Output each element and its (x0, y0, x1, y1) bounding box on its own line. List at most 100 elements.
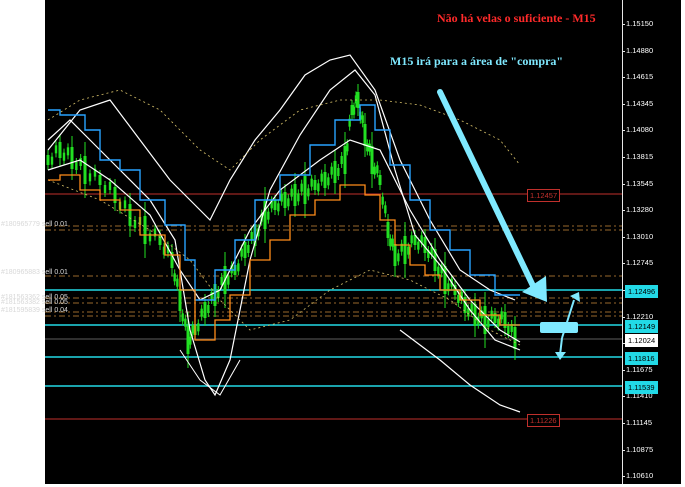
candle-body (247, 245, 250, 253)
candle-body (376, 165, 379, 174)
candle-body (368, 143, 371, 152)
price-tick-mark (622, 77, 625, 79)
candle-body (79, 158, 82, 166)
price-tick-mark (622, 316, 625, 318)
order-label[interactable]: #181595839 sell 0.04 (1, 307, 68, 314)
price-tick: 1.13815 (626, 152, 654, 161)
candle-body (386, 222, 390, 238)
candle-body (293, 184, 297, 206)
price-tick-mark (622, 236, 625, 238)
price-tick-mark (622, 263, 625, 265)
candle-body (184, 318, 187, 327)
candle-body (337, 168, 340, 176)
candle-body (313, 180, 317, 190)
candle-body (507, 326, 510, 334)
candle-body (320, 173, 323, 182)
price-tick: 1.14880 (626, 45, 654, 55)
current-price-label: 1.12024 (625, 334, 659, 347)
buy-zone-box (540, 322, 578, 333)
up-arrow-head (570, 292, 580, 302)
order-label[interactable]: #180965779 sell 0.01 (1, 221, 68, 228)
candle-body (300, 183, 303, 192)
envelope-line-outer-bottom (47, 69, 521, 397)
candle-body (173, 273, 176, 282)
price-tick-mark (622, 476, 625, 478)
candle-body (189, 336, 192, 345)
candle-body (58, 142, 62, 158)
candle-body (317, 183, 320, 192)
price-tick-mark (622, 423, 625, 424)
candle-body (354, 95, 358, 104)
order-label[interactable]: #180965883 sell 0.01 (1, 269, 68, 276)
price-tick: 1.11675 (626, 364, 653, 374)
candle-body (307, 188, 310, 197)
candle-body (143, 216, 147, 244)
candle-body (378, 175, 382, 185)
candle-body (410, 235, 413, 244)
candle-body (343, 146, 347, 174)
candle-body (54, 145, 58, 154)
candle-body (500, 311, 503, 320)
candle-body (457, 295, 460, 303)
candle-body (243, 242, 247, 258)
candle-body (366, 143, 369, 152)
no-candles-message: Não há velas o suficiente - M15 (437, 11, 596, 25)
down-arrow-head (555, 352, 566, 360)
price-tick: 1.14080 (626, 125, 654, 135)
candle-body (178, 289, 182, 311)
candle-body (128, 204, 132, 226)
candle-body (83, 156, 87, 184)
price-tick: 1.13010 (626, 231, 654, 241)
candle-body (88, 173, 92, 182)
candle-body (363, 124, 367, 146)
candle-body (181, 313, 184, 322)
candle-body (384, 205, 387, 214)
price-tick: 1.14615 (626, 72, 654, 82)
chart-area[interactable]: Não há velas o suficiente - M15 M15 irá … (45, 0, 622, 484)
candle-body (303, 176, 307, 204)
candle-body (283, 192, 287, 208)
price-tick: 1.14345 (626, 98, 654, 108)
price-tick-mark (622, 183, 625, 185)
candle-body (203, 302, 207, 318)
candle-body (333, 161, 337, 183)
candle-body (227, 276, 230, 285)
candle-body (273, 200, 277, 210)
candle-body (62, 152, 66, 161)
candle-body (389, 238, 392, 247)
candle-body (323, 172, 327, 188)
candle-body (280, 193, 283, 202)
candle-body (370, 146, 374, 174)
candle-body (250, 232, 253, 240)
candle-body (277, 203, 280, 212)
candle-body (70, 147, 74, 169)
candle-body (197, 323, 200, 332)
candle-body (330, 166, 333, 175)
price-tick: 1.13545 (626, 178, 654, 188)
candle-body (287, 198, 290, 207)
price-tick: 1.10610 (626, 471, 654, 481)
price-tick-mark (622, 130, 625, 132)
level-label-cyan-mid: 1.12149 (625, 320, 659, 333)
price-tick: 1.13280 (626, 205, 654, 215)
order-label[interactable]: #181563382 sell 0.05 (1, 299, 68, 306)
candle-body (391, 238, 394, 247)
candle-body (123, 200, 127, 209)
candle-body (346, 143, 349, 152)
level-label-cyan-bottom: 1.11539 (625, 381, 658, 394)
candle-body (310, 178, 313, 187)
price-tick-mark (622, 24, 625, 25)
candle-body (352, 106, 356, 115)
price-tick-mark (622, 369, 625, 371)
price-tick-mark (622, 396, 625, 398)
price-tick: 1.15150 (626, 19, 654, 28)
candle-body (361, 115, 364, 124)
candle-body (98, 175, 102, 185)
candle-body (200, 308, 203, 317)
candle-body (267, 211, 270, 220)
candle-body (297, 193, 300, 202)
candle-body (487, 319, 490, 328)
price-tick-mark (622, 157, 625, 158)
candle-body (66, 147, 70, 156)
candle-body (290, 188, 293, 197)
